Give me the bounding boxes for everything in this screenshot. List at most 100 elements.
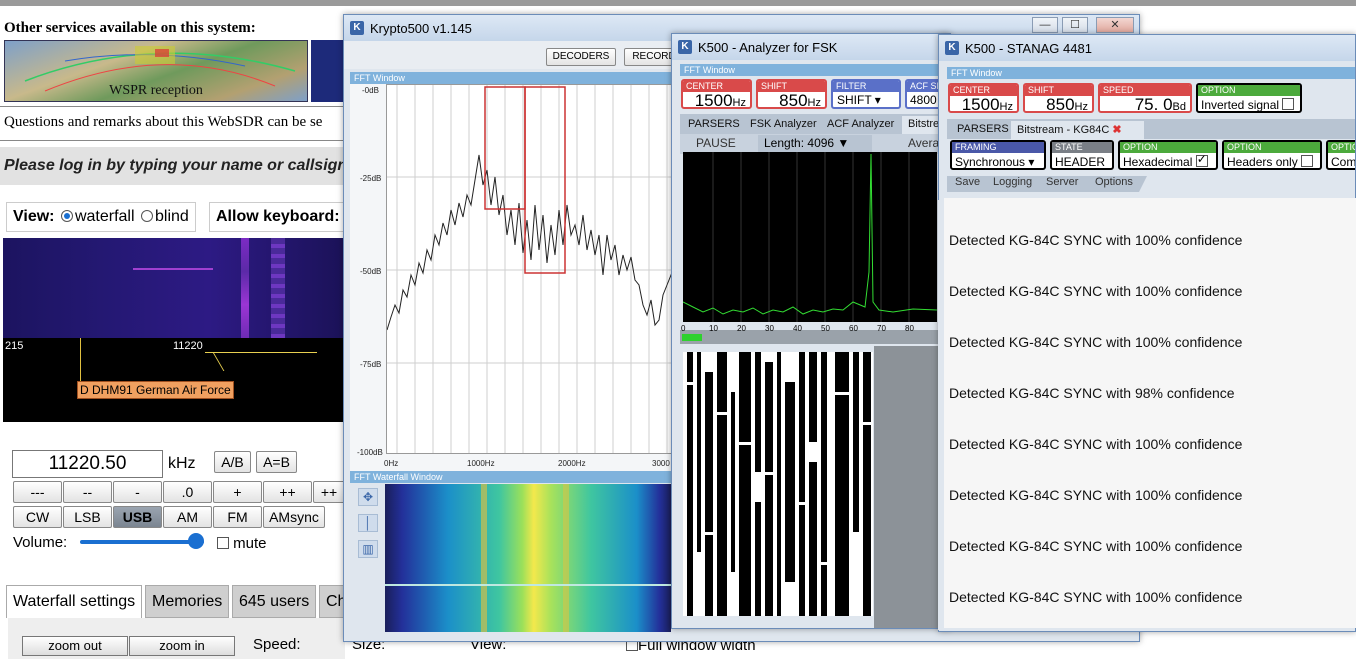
- passband-indicator[interactable]: [205, 352, 317, 370]
- tab-bar: Waterfall settings Memories 645 users Ch: [0, 585, 345, 618]
- tab-chat[interactable]: Ch: [319, 585, 345, 618]
- state-field: STATE HEADER: [1050, 140, 1114, 170]
- volume-slider-handle[interactable]: [188, 533, 204, 549]
- analyzer-titlebar[interactable]: K K500 - Analyzer for FSK: [672, 34, 950, 60]
- inverted-option[interactable]: OPTION Inverted signal: [1196, 83, 1302, 113]
- log-line: Detected KG-84C SYNC with 100% confidenc…: [949, 589, 1243, 605]
- inverted-checkbox[interactable]: [1282, 98, 1295, 110]
- center-unit: Hz: [732, 97, 746, 109]
- bitstream-raster[interactable]: [683, 352, 873, 616]
- shift-field[interactable]: SHIFT 850Hz: [1023, 83, 1094, 113]
- step-button[interactable]: -: [113, 481, 162, 503]
- fft-spectrum-plot[interactable]: [386, 84, 680, 454]
- tab-parsers[interactable]: PARSERS: [951, 121, 1015, 139]
- step-button[interactable]: --: [63, 481, 112, 503]
- a-equals-b-button[interactable]: A=B: [256, 451, 297, 473]
- tab-waterfall-settings[interactable]: Waterfall settings: [6, 585, 142, 618]
- zoom-out-button[interactable]: zoom out: [22, 636, 128, 656]
- step-button[interactable]: ++: [313, 481, 345, 503]
- services-heading: Other services available on this system:: [4, 20, 256, 36]
- shift-field[interactable]: SHIFT 850Hz: [756, 79, 827, 109]
- decoders-button[interactable]: DECODERS: [546, 48, 616, 66]
- menu-server[interactable]: Server: [1046, 176, 1078, 188]
- hexadecimal-option[interactable]: OPTION Hexadecimal: [1118, 140, 1218, 170]
- y-tick: -75dB: [360, 360, 382, 369]
- step-button[interactable]: ---: [13, 481, 62, 503]
- framing-select[interactable]: FRAMING Synchronous ▾: [950, 140, 1046, 170]
- login-prompt: Please log in by typing your name or cal…: [0, 147, 345, 185]
- volume-slider-track[interactable]: [80, 540, 204, 544]
- service-thumbnail[interactable]: [311, 40, 345, 102]
- center-field[interactable]: CENTER 1500Hz: [948, 83, 1019, 113]
- mode-button-lsb[interactable]: LSB: [63, 506, 112, 528]
- speed-field[interactable]: SPEED 75. 0Bd: [1098, 83, 1192, 113]
- waterfall-radio[interactable]: [60, 210, 73, 222]
- decode-log[interactable]: Detected KG-84C SYNC with 100% confidenc…: [944, 198, 1356, 628]
- ab-button[interactable]: A/B: [214, 451, 251, 473]
- option-label: OPTION: [1198, 85, 1300, 96]
- wspr-map-link[interactable]: WSPR reception: [4, 40, 308, 102]
- minimize-button[interactable]: —: [1032, 17, 1058, 33]
- zoom-in-button[interactable]: zoom in: [129, 636, 235, 656]
- move-tool-icon[interactable]: ✥: [358, 488, 378, 506]
- length-select[interactable]: Length: 4096 ▼: [758, 135, 872, 152]
- step-button[interactable]: ++: [263, 481, 312, 503]
- mode-button-usb[interactable]: USB: [113, 506, 162, 528]
- maximize-button[interactable]: ☐: [1062, 17, 1088, 33]
- window-title: Krypto500 v1.145: [370, 21, 472, 36]
- y-tick: -0dB: [362, 86, 379, 95]
- bitstream-pattern: [687, 352, 871, 616]
- blind-radio[interactable]: [140, 210, 153, 222]
- mode-button-cw[interactable]: CW: [13, 506, 62, 528]
- station-label[interactable]: D DHM91 German Air Force: [77, 381, 234, 399]
- menu-options[interactable]: Options: [1095, 176, 1133, 188]
- fsk-scope[interactable]: [683, 152, 937, 322]
- pause-button[interactable]: PAUSE: [696, 136, 736, 150]
- tab-parsers[interactable]: PARSERS: [682, 116, 746, 134]
- tab-fsk-analyzer[interactable]: FSK Analyzer: [744, 116, 823, 134]
- tab-users[interactable]: 645 users: [232, 585, 316, 618]
- log-line: Detected KG-84C SYNC with 100% confidenc…: [949, 232, 1243, 248]
- headers-only-option[interactable]: OPTION Headers only: [1222, 140, 1322, 170]
- shift-value: 850: [779, 91, 808, 109]
- x-tick: 0: [681, 324, 686, 333]
- close-button[interactable]: ✕: [1096, 17, 1134, 33]
- tab-acf-analyzer[interactable]: ACF Analyzer: [821, 116, 900, 134]
- tab-bitstream-kg84c[interactable]: Bitstream - KG84C ✖: [1011, 121, 1144, 139]
- menu-save[interactable]: Save: [955, 176, 980, 188]
- waterfall-display[interactable]: [3, 238, 345, 338]
- x-tick: 70: [877, 324, 886, 333]
- com-option[interactable]: OPTIO Com: [1326, 140, 1355, 170]
- view-selector: View: waterfall blind: [6, 202, 196, 232]
- mute-checkbox[interactable]: [217, 537, 229, 549]
- stanag-titlebar[interactable]: K K500 - STANAG 4481: [939, 35, 1355, 61]
- filter-select[interactable]: FILTER SHIFT ▾: [831, 79, 901, 109]
- mute-control[interactable]: mute: [217, 535, 267, 552]
- mode-button-fm[interactable]: FM: [213, 506, 262, 528]
- top-scrollbar: [0, 0, 1356, 6]
- center-field[interactable]: CENTER 1500Hz: [681, 79, 752, 109]
- menu-logging[interactable]: Logging: [993, 176, 1032, 188]
- log-line: Detected KG-84C SYNC with 100% confidenc…: [949, 334, 1243, 350]
- grid-tool-icon[interactable]: ▥: [358, 540, 378, 558]
- mode-button-amsync[interactable]: AMsync: [263, 506, 325, 528]
- marker-tool-icon[interactable]: │: [358, 514, 378, 532]
- waterfall-marker-line: [385, 584, 671, 586]
- fft-waterfall[interactable]: [385, 484, 671, 632]
- filter-label: FILTER: [833, 81, 899, 92]
- headers-only-label: Headers only: [1227, 155, 1298, 169]
- x-tick: 30: [765, 324, 774, 333]
- tab-memories[interactable]: Memories: [145, 585, 229, 618]
- hexadecimal-checkbox[interactable]: [1195, 152, 1208, 167]
- close-tab-icon[interactable]: ✖: [1112, 124, 1121, 136]
- fft-waterfall-header: FFT Waterfall Window: [350, 471, 680, 483]
- frequency-input[interactable]: 11220.50: [12, 450, 163, 478]
- headers-only-checkbox[interactable]: [1301, 155, 1314, 167]
- step-button[interactable]: .0: [163, 481, 212, 503]
- step-button[interactable]: +: [213, 481, 262, 503]
- center-value: 1500: [694, 91, 733, 109]
- mode-button-am[interactable]: AM: [163, 506, 212, 528]
- framing-label: FRAMING: [952, 142, 1044, 153]
- frequency-scale[interactable]: 215 11220 D DHM91 German Air Force: [3, 338, 345, 422]
- k-app-icon: K: [945, 41, 959, 55]
